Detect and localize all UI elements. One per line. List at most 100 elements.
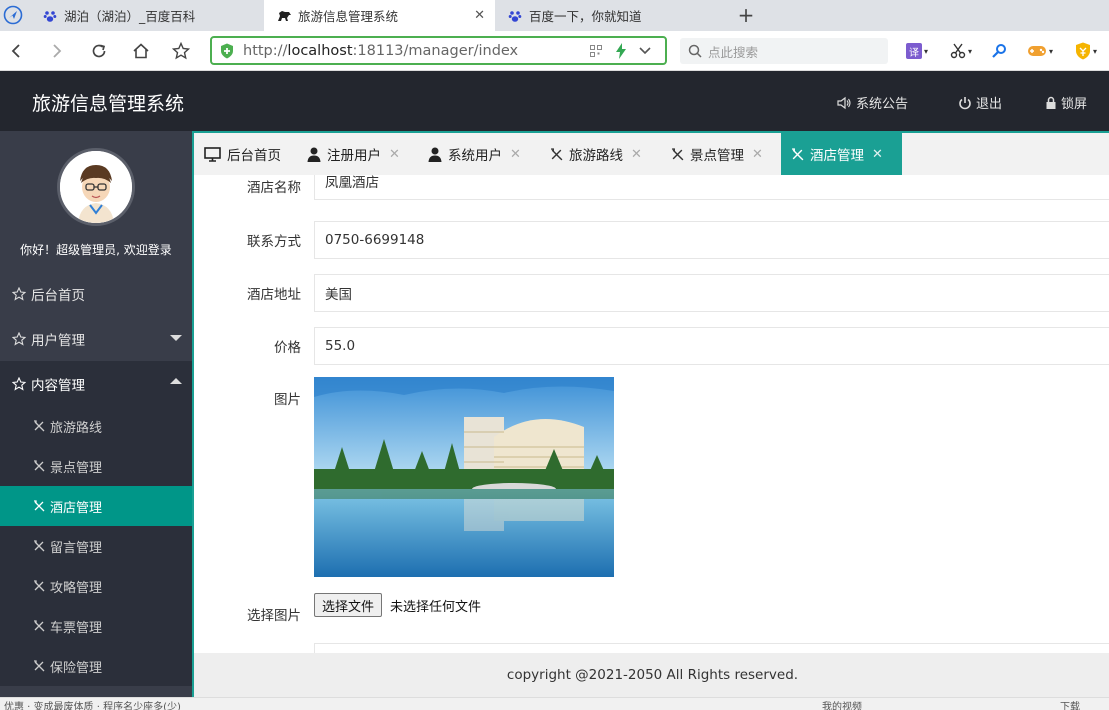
tools-icon (551, 147, 563, 160)
translate-icon[interactable]: 译 ▾ (902, 40, 932, 62)
welcome-text: 你好！超级管理员, 欢迎登录 (20, 243, 172, 257)
lock-label: 锁屏 (1061, 97, 1088, 112)
tools-icon (34, 580, 45, 592)
address-field[interactable]: 美国 (314, 274, 1109, 312)
browser-tab-title: 湖泊（湖泊）_百度百科 (64, 9, 196, 24)
reload-icon[interactable] (87, 39, 111, 63)
sidebar-subitem-label: 攻略管理 (50, 580, 103, 596)
lock-screen-button[interactable]: 锁屏 (1045, 93, 1087, 112)
star-icon[interactable] (169, 39, 193, 63)
hotel-form: 酒店名称 凤凰酒店 联系方式 0750-6699148 酒店地址 美国 价格 5… (194, 175, 1109, 653)
file-status-text: 未选择任何文件 (390, 600, 482, 615)
user-icon (428, 147, 442, 162)
sidebar-submenu: 旅游路线 景点管理 酒店管理 留言管理 攻略管理 车票管理 保险管理 (0, 406, 192, 686)
tab-hotels[interactable]: 酒店管理 ✕ (781, 133, 902, 175)
browser-tab-baidu[interactable]: 百度一下，你就知道 (495, 0, 726, 31)
sidebar-subitem-label: 旅游路线 (50, 420, 103, 436)
browser-tabstrip: 湖泊（湖泊）_百度百科 旅游信息管理系统 ✕ 百度一下，你就知道 + (0, 0, 1109, 31)
speaker-icon (837, 96, 851, 109)
sidebar-subitem-routes[interactable]: 旅游路线 (0, 406, 192, 446)
chevron-down-icon[interactable] (638, 45, 652, 57)
announcement-label: 系统公告 (856, 97, 909, 112)
scissors-icon[interactable]: ▾ (946, 40, 976, 62)
horse-icon (276, 8, 292, 24)
forward-icon[interactable] (45, 39, 69, 63)
next-field[interactable] (314, 643, 1109, 653)
hotel-photo (314, 377, 614, 577)
sidebar-subitem-attractions[interactable]: 景点管理 (0, 446, 192, 486)
url-host: localhost (287, 42, 353, 59)
contact-label: 联系方式 (247, 234, 301, 250)
sidebar-subitem-label: 车票管理 (50, 620, 103, 636)
contact-field[interactable]: 0750-6699148 (314, 221, 1109, 259)
tab-system-users[interactable]: 系统用户 ✕ (418, 133, 536, 175)
tab-label: 酒店管理 (810, 148, 864, 164)
close-icon[interactable]: ✕ (872, 147, 883, 162)
new-tab-button[interactable]: + (734, 3, 758, 27)
price-field[interactable]: 55.0 (314, 327, 1109, 365)
app-header: 旅游信息管理系统 系统公告 退出 锁屏 (0, 71, 1109, 131)
home-icon[interactable] (129, 39, 153, 63)
wallet-shield-icon[interactable]: ▾ (1070, 40, 1102, 62)
chevron-up-icon (170, 378, 182, 384)
sidebar-subitem-hotels[interactable]: 酒店管理 (0, 486, 192, 526)
browser-menu-icon[interactable] (0, 2, 26, 28)
sidebar-subitem-guides[interactable]: 攻略管理 (0, 566, 192, 606)
sidebar-item-label: 后台首页 (31, 287, 85, 304)
chevron-down-icon (170, 335, 182, 341)
tools-icon (34, 420, 45, 432)
sidebar-item-dashboard[interactable]: 后台首页 (0, 271, 192, 316)
browser-tab-title: 百度一下，你就知道 (529, 9, 642, 24)
browser-tab-baike[interactable]: 湖泊（湖泊）_百度百科 (30, 0, 264, 31)
tab-dashboard[interactable]: 后台首页 (194, 133, 294, 175)
content-tabs: 后台首页 注册用户 ✕ 系统用户 ✕ 旅游路线 ✕ 景点管理 ✕ 酒店管理 ✕ (194, 131, 1109, 175)
qr-icon[interactable] (590, 45, 602, 57)
status-news[interactable]: 优惠 · 变成最废体质 · 程序名少座多(少) (4, 698, 181, 710)
star-outline-icon (12, 331, 26, 346)
close-icon[interactable]: ✕ (389, 147, 400, 162)
tools-icon (34, 460, 45, 472)
tab-label: 景点管理 (690, 148, 744, 164)
paw-icon (507, 8, 523, 24)
search-placeholder: 点此搜索 (708, 44, 759, 60)
sidebar-item-content[interactable]: 内容管理 (0, 361, 192, 406)
sidebar-subitem-messages[interactable]: 留言管理 (0, 526, 192, 566)
tools-icon (34, 540, 45, 552)
hotel-name-field[interactable]: 凤凰酒店 (314, 175, 1109, 200)
close-icon[interactable]: ✕ (631, 147, 642, 162)
app-title: 旅游信息管理系统 (32, 93, 185, 115)
address-label: 酒店地址 (247, 287, 301, 303)
lock-icon (1046, 96, 1056, 109)
tab-attractions[interactable]: 景点管理 ✕ (661, 133, 779, 175)
sidebar-subitem-insurance[interactable]: 保险管理 (0, 646, 192, 686)
tab-routes[interactable]: 旅游路线 ✕ (540, 133, 658, 175)
secure-shield-icon (220, 43, 234, 59)
tab-label: 系统用户 (448, 148, 502, 164)
gamepad-icon[interactable]: ▾ (1024, 40, 1056, 62)
star-outline-icon (12, 376, 26, 391)
sidebar-subitem-tickets[interactable]: 车票管理 (0, 606, 192, 646)
close-tab-icon[interactable]: ✕ (474, 8, 485, 23)
price-label: 价格 (274, 340, 301, 356)
sidebar-item-label: 内容管理 (31, 377, 85, 394)
sidebar-item-label: 用户管理 (31, 332, 85, 349)
hotel-name-label: 酒店名称 (247, 180, 301, 196)
footer: copyright @2021-2050 All Rights reserved… (194, 653, 1109, 697)
sidebar: 你好！超级管理员, 欢迎登录 后台首页 用户管理 内容管理 旅游路线 景点管理 (0, 131, 192, 697)
tab-registered-users[interactable]: 注册用户 ✕ (297, 133, 415, 175)
logout-button[interactable]: 退出 (958, 93, 1002, 112)
address-bar[interactable]: http://localhost:18113/manager/index (210, 36, 667, 65)
status-my-videos[interactable]: 我的视频 (822, 698, 862, 710)
url-path: :18113/manager/index (352, 42, 519, 59)
close-icon[interactable]: ✕ (752, 147, 763, 162)
browser-tab-app[interactable]: 旅游信息管理系统 ✕ (264, 0, 495, 31)
sidebar-item-users[interactable]: 用户管理 (0, 316, 192, 361)
key-icon[interactable] (988, 40, 1010, 62)
lightning-icon[interactable] (616, 43, 626, 59)
browser-search-input[interactable]: 点此搜索 (680, 38, 888, 64)
choose-file-button[interactable]: 选择文件 (314, 593, 383, 617)
status-downloads[interactable]: 下载 (1060, 698, 1080, 710)
back-icon[interactable] (4, 39, 28, 63)
close-icon[interactable]: ✕ (510, 147, 521, 162)
announcement-button[interactable]: 系统公告 (837, 93, 908, 112)
